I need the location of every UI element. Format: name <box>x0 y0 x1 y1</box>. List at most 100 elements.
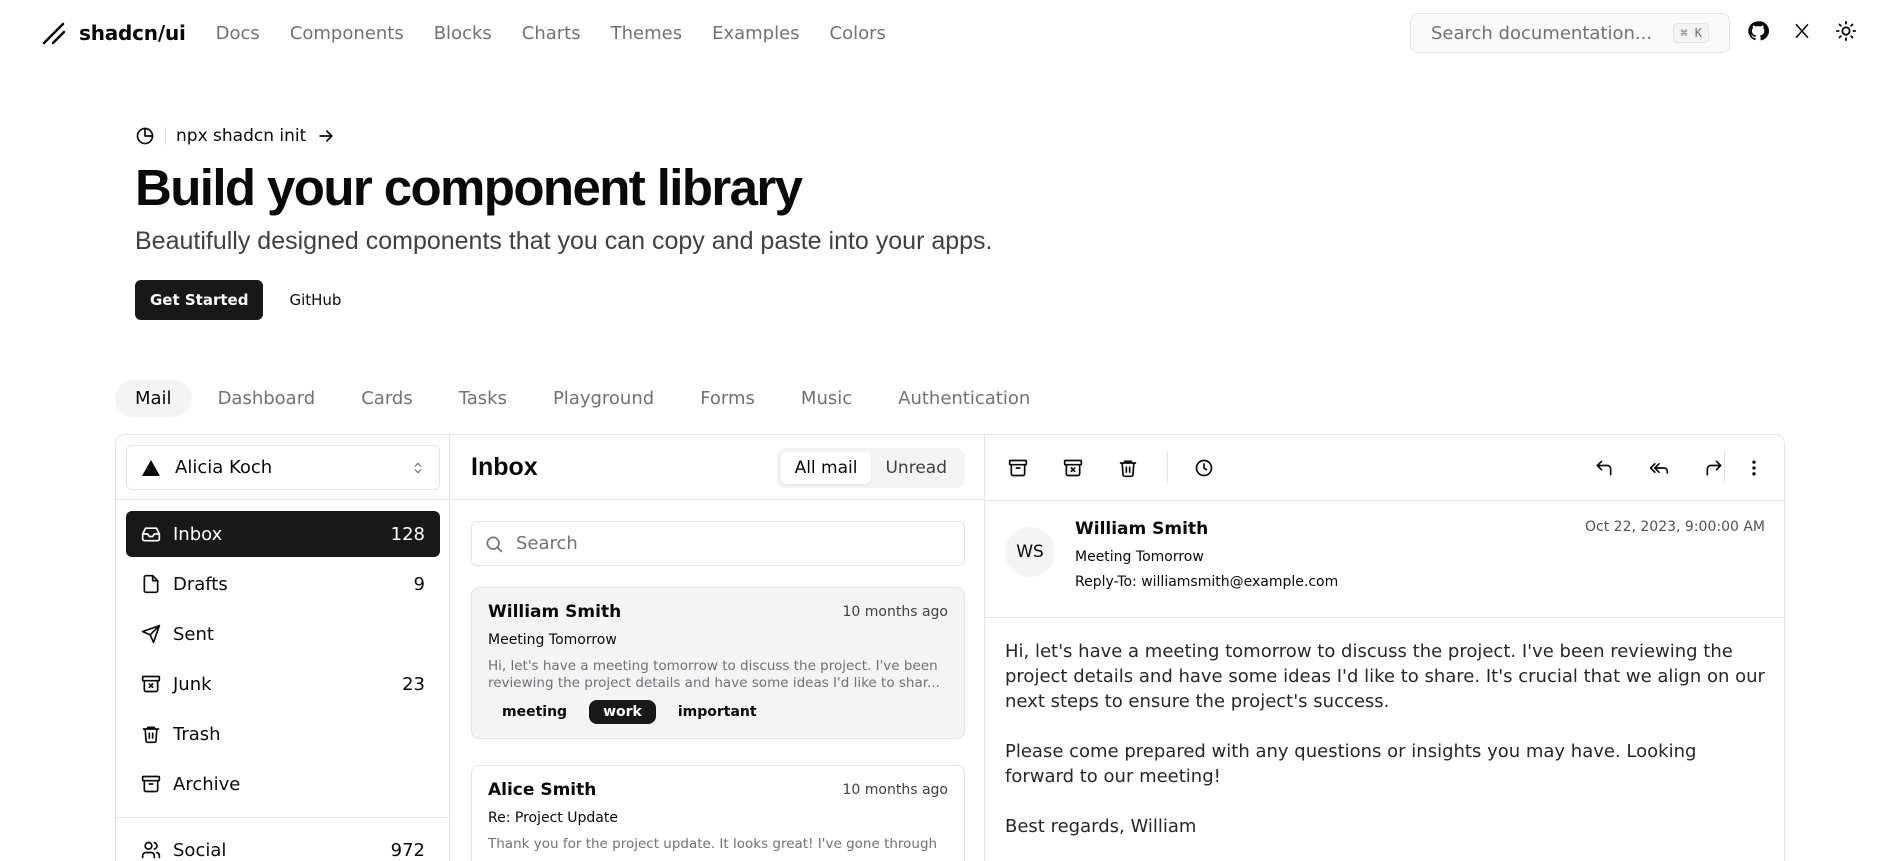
mail-search-input[interactable]: Search <box>471 521 965 566</box>
reply-all-button[interactable] <box>1646 455 1672 481</box>
github-icon[interactable] <box>1745 18 1771 44</box>
folder-label: Drafts <box>173 573 228 595</box>
folder-sent[interactable]: Sent <box>126 611 440 657</box>
docs-search-placeholder: Search documentation... <box>1431 22 1653 44</box>
pie-chart-icon <box>136 127 154 145</box>
folder-label: Trash <box>173 723 221 745</box>
mail-list-panel: Inbox All mail Unread Search William Smi… <box>451 435 985 861</box>
search-icon <box>486 536 503 552</box>
folder-label: Inbox <box>173 523 223 545</box>
reply-button[interactable] <box>1591 455 1617 481</box>
brand-link[interactable]: shadcn/ui <box>41 20 186 46</box>
message-paragraph: Best regards, William <box>1005 816 1197 837</box>
snooze-button[interactable] <box>1191 455 1217 481</box>
get-started-button[interactable]: Get Started <box>135 280 264 320</box>
tab-all-mail[interactable]: All mail <box>780 451 872 484</box>
message-body: Hi, let's have a meeting tomorrow to dis… <box>1005 639 1765 861</box>
tab-cards[interactable]: Cards <box>341 380 433 417</box>
mail-detail-panel: WS William Smith Meeting Tomorrow Reply-… <box>985 435 1784 861</box>
x-twitter-icon[interactable] <box>1789 18 1815 44</box>
file-icon <box>143 574 159 594</box>
tag-badge: important <box>677 704 757 720</box>
category-social[interactable]: Social 972 <box>126 827 440 861</box>
nav-blocks[interactable]: Blocks <box>434 23 492 44</box>
tab-tasks[interactable]: Tasks <box>439 380 527 417</box>
folder-junk[interactable]: Junk 23 <box>126 661 440 707</box>
mail-list-divider <box>451 499 985 500</box>
nav-themes[interactable]: Themes <box>611 23 682 44</box>
tab-authentication[interactable]: Authentication <box>878 380 1050 417</box>
tab-dashboard[interactable]: Dashboard <box>198 380 336 417</box>
folder-label: Sent <box>173 623 214 645</box>
folder-inbox[interactable]: Inbox 128 <box>126 511 440 557</box>
nav-examples[interactable]: Examples <box>712 23 799 44</box>
message-date: Oct 22, 2023, 9:00:00 AM <box>1585 519 1765 535</box>
mail-toolbar <box>985 435 1784 501</box>
folder-count: 128 <box>390 523 425 545</box>
announcement-divider <box>165 127 166 145</box>
nav-charts[interactable]: Charts <box>522 23 581 44</box>
tab-music[interactable]: Music <box>781 380 872 417</box>
mail-item[interactable]: William Smith 10 months ago Meeting Tomo… <box>471 587 965 739</box>
forward-icon <box>1706 460 1722 476</box>
header-actions <box>1745 18 1859 44</box>
archive-x-icon <box>141 675 161 693</box>
tab-playground[interactable]: Playground <box>533 380 674 417</box>
folder-archive[interactable]: Archive <box>126 761 440 807</box>
archive-icon <box>141 775 161 793</box>
folder-count: 23 <box>402 673 425 695</box>
folder-trash[interactable]: Trash <box>126 711 440 757</box>
trash-icon <box>142 726 160 744</box>
nav-components[interactable]: Components <box>290 23 404 44</box>
move-to-junk-button[interactable] <box>1060 455 1086 481</box>
users-icon <box>141 841 161 859</box>
hero-section: npx shadcn init Build your component lib… <box>135 126 993 320</box>
message-subject: Meeting Tomorrow <box>1075 549 1204 565</box>
tag-badge: meeting <box>502 704 568 720</box>
reply-all-icon <box>1649 463 1669 474</box>
main-nav: Docs Components Blocks Charts Themes Exa… <box>216 23 886 44</box>
folder-drafts[interactable]: Drafts 9 <box>126 561 440 607</box>
sidebar-divider <box>116 817 450 818</box>
github-button[interactable]: GitHub <box>277 280 353 320</box>
account-switcher[interactable]: Alicia Koch <box>126 445 440 490</box>
mail-list-header: Inbox All mail Unread <box>471 445 965 490</box>
tab-forms[interactable]: Forms <box>680 380 775 417</box>
tag-badge: work <box>589 700 656 724</box>
nav-docs[interactable]: Docs <box>216 23 260 44</box>
mail-item[interactable]: Alice Smith 10 months ago Re: Project Up… <box>471 765 965 861</box>
more-vertical-icon <box>1752 460 1756 476</box>
announcement-link[interactable]: npx shadcn init <box>135 126 993 146</box>
nav-colors[interactable]: Colors <box>830 23 886 44</box>
triangle-logo-icon <box>142 459 160 476</box>
sun-icon[interactable] <box>1833 18 1859 44</box>
tab-unread[interactable]: Unread <box>871 452 961 484</box>
mail-tags: meeting work important <box>488 700 948 724</box>
chevrons-up-down-icon <box>414 462 422 473</box>
toolbar-divider <box>1724 451 1725 483</box>
arrow-right-icon <box>319 130 333 142</box>
hero-actions: Get Started GitHub <box>135 280 993 320</box>
avatar: WS <box>1005 527 1055 577</box>
archive-button[interactable] <box>1005 455 1031 481</box>
mail-sidebar: Alicia Koch Inbox 128 Drafts 9 Sent Junk… <box>116 435 450 861</box>
toolbar-divider <box>1167 451 1168 483</box>
mail-subject: Meeting Tomorrow <box>488 632 617 648</box>
account-name: Alicia Koch <box>175 457 273 478</box>
category-label: Social <box>173 839 227 861</box>
send-icon <box>141 624 161 644</box>
more-options-button[interactable] <box>1741 455 1767 481</box>
message-paragraph: Hi, let's have a meeting tomorrow to dis… <box>1005 641 1765 712</box>
docs-search-button[interactable]: Search documentation... ⌘ K <box>1410 13 1730 53</box>
brand-name: shadcn/ui <box>79 21 186 45</box>
mail-sender: Alice Smith <box>488 780 597 800</box>
mail-preview: Hi, let's have a meeting tomorrow to dis… <box>488 658 940 691</box>
message-divider <box>985 617 1784 618</box>
search-shortcut: ⌘ K <box>1673 23 1709 43</box>
mail-time: 10 months ago <box>842 604 948 620</box>
move-to-trash-button[interactable] <box>1115 455 1141 481</box>
example-tabs: Mail Dashboard Cards Tasks Playground Fo… <box>115 380 1050 417</box>
tab-mail[interactable]: Mail <box>115 380 192 417</box>
hero-title: Build your component library <box>135 159 803 216</box>
folder-count: 9 <box>413 573 425 595</box>
